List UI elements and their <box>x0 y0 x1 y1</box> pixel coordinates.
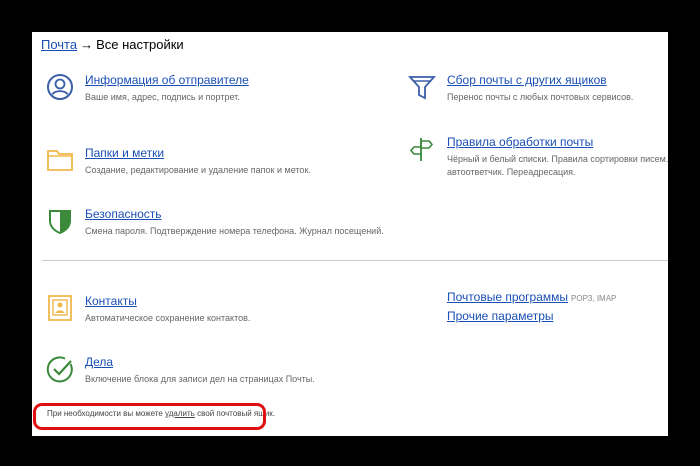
mail-rules-description-line1: Чёрный и белый списки. Правила сортировк… <box>447 154 668 164</box>
folders-link[interactable]: Папки и метки <box>85 146 164 160</box>
shield-icon <box>49 210 71 235</box>
security-link[interactable]: Безопасность <box>85 207 162 221</box>
tasks-description: Включение блока для записи дел на страни… <box>85 374 315 384</box>
checkmark-circle-icon <box>46 356 73 383</box>
folders-description: Создание, редактирование и удаление папо… <box>85 165 311 175</box>
mail-rules-description: Чёрный и белый списки. Правила сортировк… <box>447 153 668 179</box>
signpost-icon <box>409 138 434 161</box>
user-circle-icon <box>47 74 73 100</box>
funnel-icon <box>408 76 436 100</box>
sender-info-link[interactable]: Информация об отправителе <box>85 73 249 87</box>
contacts-link[interactable]: Контакты <box>85 294 137 308</box>
other-params-link[interactable]: Прочие параметры <box>447 309 554 323</box>
highlight-annotation <box>33 403 266 430</box>
sender-info-description: Ваше имя, адрес, подпись и портрет. <box>85 92 240 102</box>
tasks-link[interactable]: Дела <box>85 355 113 369</box>
mail-programs-label[interactable]: Почтовые программы <box>447 290 568 304</box>
mail-collection-description: Перенос почты с любых почтовых сервисов. <box>447 92 634 102</box>
mail-rules-description-line2: автоответчик. Переадресация. <box>447 167 576 177</box>
mail-rules-link[interactable]: Правила обработки почты <box>447 135 593 149</box>
breadcrumb: Почта → Все настройки <box>41 37 184 52</box>
security-description: Смена пароля. Подтверждение номера телеф… <box>85 226 384 236</box>
settings-page: Почта → Все настройки Информация об отправ… <box>32 32 668 436</box>
contacts-description: Автоматическое сохранение контактов. <box>85 313 251 323</box>
mail-programs-link[interactable]: Почтовые программы POP3, IMAP <box>447 290 616 304</box>
mail-programs-protocols: POP3, IMAP <box>571 294 617 303</box>
breadcrumb-arrow: → <box>80 37 94 52</box>
contact-card-icon <box>48 295 72 321</box>
folder-icon <box>47 150 73 171</box>
section-divider <box>42 260 668 261</box>
page-title: Все настройки <box>96 37 184 52</box>
breadcrumb-mail-link[interactable]: Почта <box>41 37 77 52</box>
mail-collection-link[interactable]: Сбор почты с других ящиков <box>447 73 607 87</box>
